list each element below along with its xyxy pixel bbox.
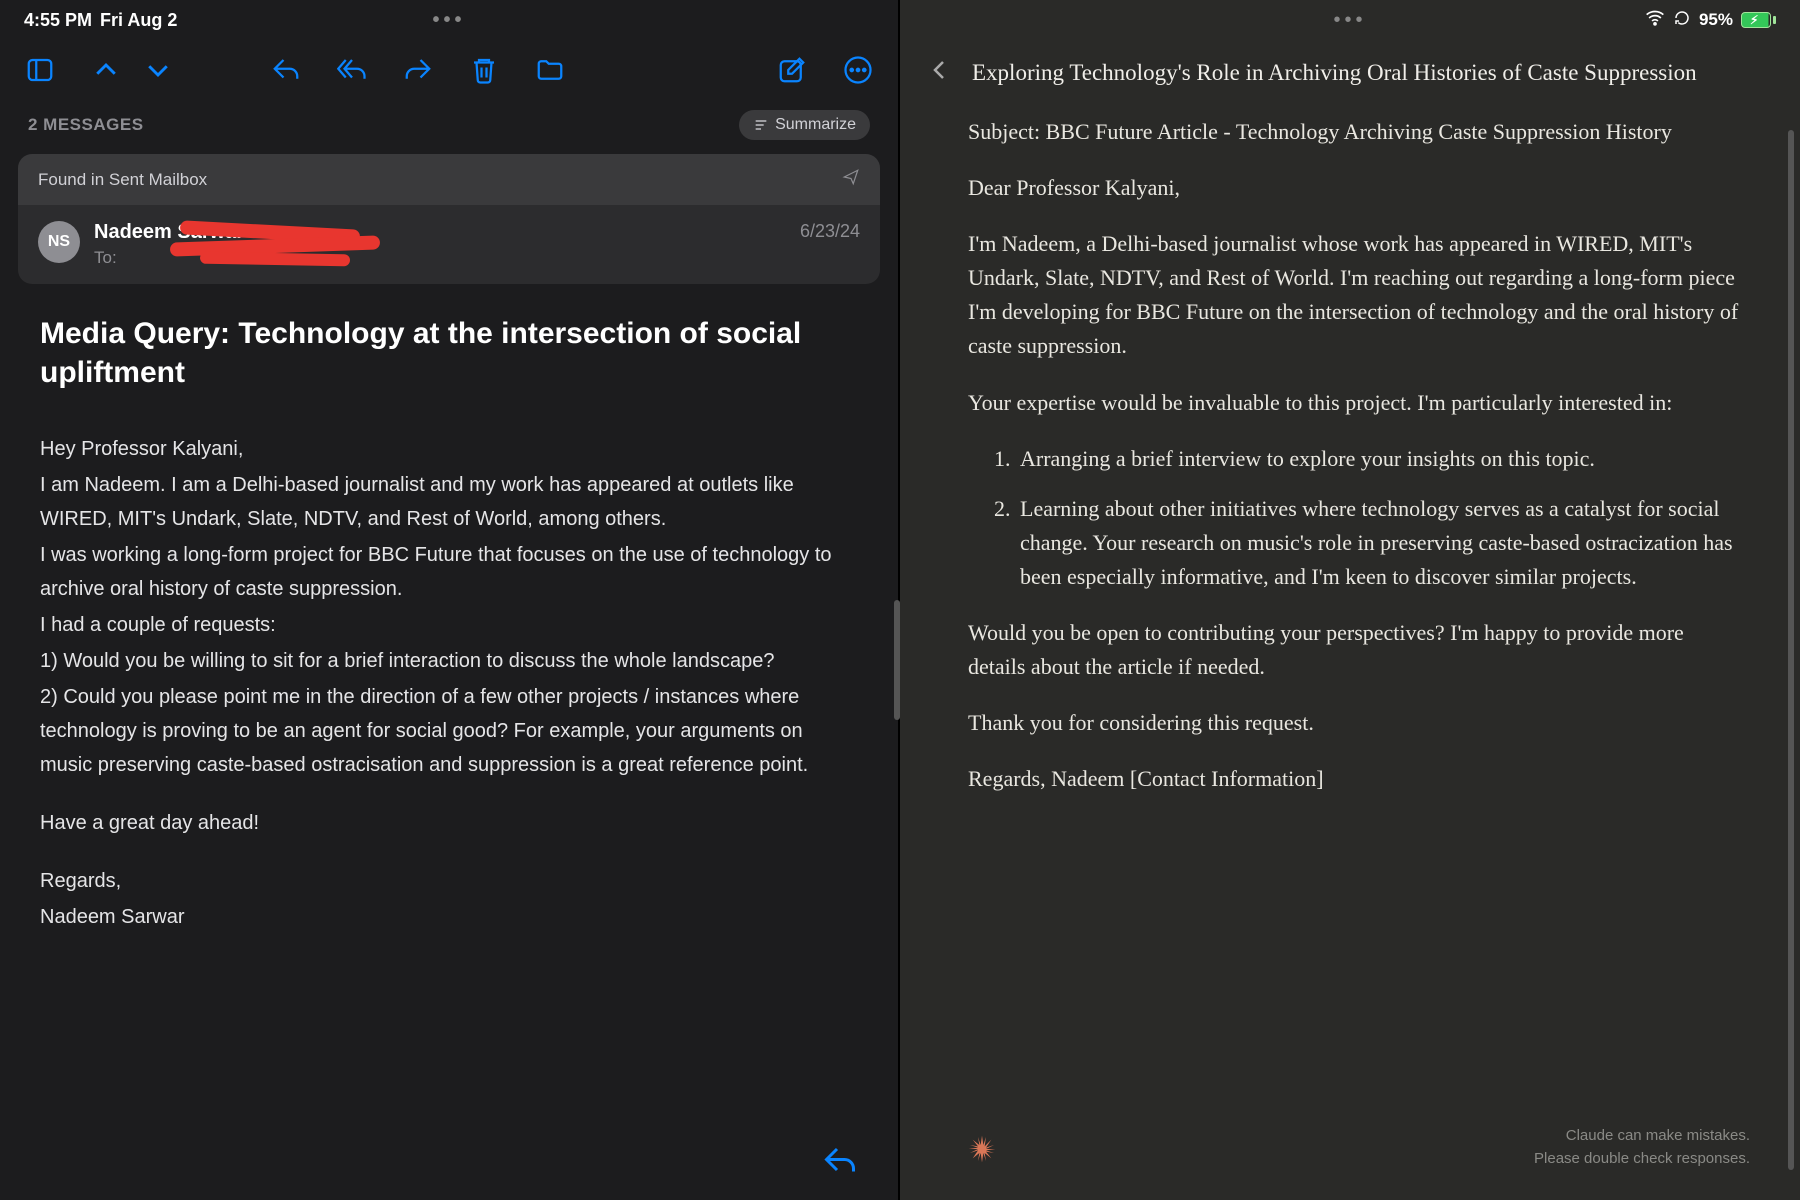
status-time: 4:55 PM [24,10,92,31]
claude-app-pane: ••• 95% ⚡︎ Exploring Technology's Role i… [900,0,1800,1200]
message-date: 6/23/24 [800,221,860,242]
found-in-banner[interactable]: Found in Sent Mailbox [18,154,880,205]
reply-all-icon[interactable] [336,54,368,86]
wifi-icon [1645,8,1665,33]
chat-header: Exploring Technology's Role in Archiving… [900,40,1800,115]
chat-footer: Claude can make mistakes. Please double … [900,1125,1800,1200]
chat-title: Exploring Technology's Role in Archiving… [972,60,1697,86]
redacted-recipient [180,225,410,261]
message-header[interactable]: NS Nadeem Sarwar To: 6/23/24 [18,205,880,284]
sender-avatar: NS [38,221,80,263]
chat-subject: Subject: BBC Future Article - Technology… [968,115,1740,149]
mail-text: Hey Professor Kalyani, I am Nadeem. I am… [40,432,858,934]
sidebar-toggle-icon[interactable] [24,54,56,86]
scrollbar[interactable] [1788,130,1794,1170]
orientation-lock-icon [1673,9,1691,32]
claude-logo-icon [966,1133,998,1170]
list-item: Learning about other initiatives where t… [1016,492,1740,594]
mail-toolbar [0,40,898,100]
prev-message-icon[interactable] [90,54,122,86]
more-options-icon[interactable] [842,54,874,86]
forward-icon[interactable] [402,54,434,86]
floating-reply-icon[interactable] [822,1143,858,1184]
battery-icon: ⚡︎ [1741,12,1776,28]
trash-icon[interactable] [468,54,500,86]
multitask-dots-icon[interactable]: ••• [432,9,465,32]
move-folder-icon[interactable] [534,54,566,86]
found-in-label: Found in Sent Mailbox [38,170,207,190]
next-message-icon[interactable] [142,54,174,86]
sent-plane-icon [842,168,860,191]
battery-percent: 95% [1699,10,1733,30]
disclaimer-text: Claude can make mistakes. Please double … [1534,1125,1750,1170]
status-bar-right: ••• 95% ⚡︎ [900,0,1800,40]
list-item: Arranging a brief interview to explore y… [1016,442,1740,476]
summarize-button[interactable]: Summarize [739,110,870,140]
status-date: Fri Aug 2 [100,10,177,31]
mail-subject: Media Query: Technology at the intersect… [40,314,858,392]
messages-header: 2 MESSAGES Summarize [0,100,898,154]
messages-count-label: 2 MESSAGES [28,115,144,135]
back-button[interactable] [928,58,952,87]
summarize-label: Summarize [775,116,856,134]
compose-icon[interactable] [776,54,808,86]
multitask-dots-icon[interactable]: ••• [1333,9,1366,32]
mail-app-pane: 4:55 PM Fri Aug 2 ••• [0,0,900,1200]
reply-icon[interactable] [270,54,302,86]
status-bar-left: 4:55 PM Fri Aug 2 ••• [0,0,898,40]
chat-body[interactable]: Subject: BBC Future Article - Technology… [900,115,1800,1125]
mail-body: Media Query: Technology at the intersect… [0,284,898,1200]
